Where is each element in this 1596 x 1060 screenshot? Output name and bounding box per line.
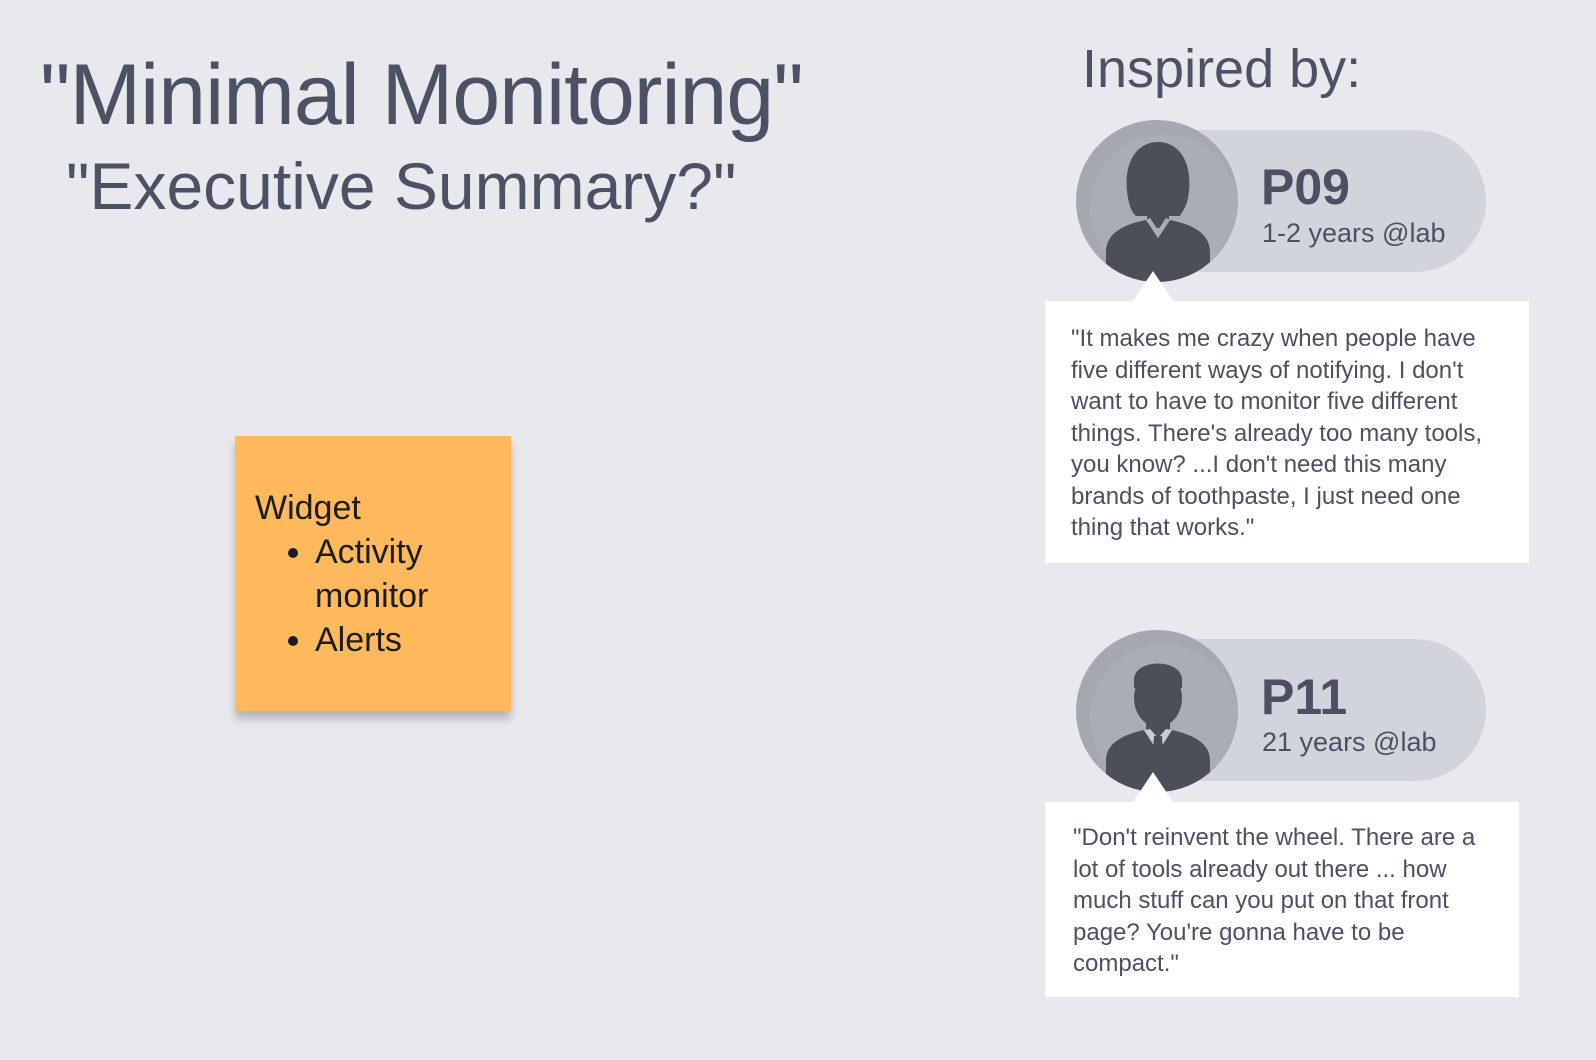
sticky-note-item: Alerts xyxy=(315,618,501,662)
male-user-icon xyxy=(1106,663,1210,792)
sticky-note-item: Activity monitor xyxy=(315,530,501,618)
participant-id: P11 xyxy=(1261,669,1348,725)
sticky-note-list: Activity monitor Alerts xyxy=(255,530,501,662)
sticky-note[interactable]: Widget Activity monitor Alerts xyxy=(235,436,511,711)
avatar xyxy=(1076,120,1238,282)
participant-tenure: 1-2 years @lab xyxy=(1262,218,1446,248)
quote-text: "It makes me crazy when people have five… xyxy=(1071,325,1483,541)
quote-bubble: "Don't reinvent the wheel. There are a l… xyxy=(1045,772,1519,997)
inspired-by-heading: Inspired by: xyxy=(1082,39,1362,99)
page-subtitle: "Executive Summary?" xyxy=(66,149,737,223)
avatar xyxy=(1076,630,1238,792)
participant-tenure: 21 years @lab xyxy=(1262,727,1437,757)
page-title: "Minimal Monitoring" xyxy=(40,47,804,143)
quote-text: "Don't reinvent the wheel. There are a l… xyxy=(1073,824,1476,977)
quote-bubble: "It makes me crazy when people have five… xyxy=(1045,271,1529,563)
sticky-note-heading: Widget xyxy=(255,489,361,527)
participant-id: P09 xyxy=(1261,159,1350,215)
female-user-icon xyxy=(1106,142,1210,282)
